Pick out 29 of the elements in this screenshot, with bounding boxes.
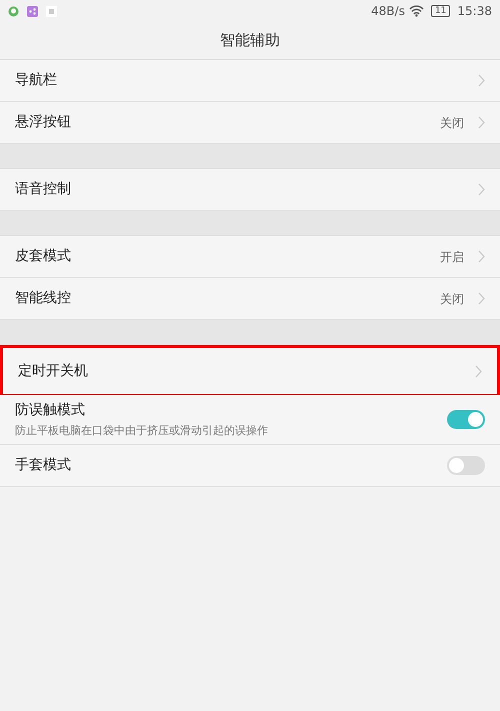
chevron-icon bbox=[475, 364, 482, 378]
toggle-switch[interactable] bbox=[447, 410, 485, 429]
battery-level: 11 bbox=[430, 5, 450, 17]
app-icon bbox=[46, 6, 57, 16]
row-label: 导航栏 bbox=[15, 71, 57, 90]
row-value: 关闭 bbox=[440, 290, 464, 308]
chevron-icon bbox=[478, 116, 485, 129]
chevron-icon bbox=[478, 292, 485, 305]
chevron-icon bbox=[478, 74, 485, 87]
clock: 15:38 bbox=[457, 3, 492, 20]
row-label: 智能线控 bbox=[15, 289, 71, 308]
chevron-icon bbox=[478, 250, 485, 263]
row-label: 防误触模式 bbox=[15, 400, 86, 420]
share-icon bbox=[27, 6, 38, 16]
row-value: 开启 bbox=[440, 248, 464, 266]
chevron-icon bbox=[478, 183, 485, 196]
row-label: 语音控制 bbox=[15, 180, 71, 199]
wifi-icon bbox=[408, 5, 424, 17]
row-label: 定时开关机 bbox=[18, 362, 88, 380]
row-label: 皮套模式 bbox=[15, 247, 71, 266]
row-label: 悬浮按钮 bbox=[15, 113, 71, 132]
row-label: 手套模式 bbox=[15, 456, 71, 475]
chat-icon bbox=[8, 6, 19, 16]
network-speed: 48B/s bbox=[371, 3, 405, 20]
row-value: 关闭 bbox=[440, 114, 464, 132]
settings-row[interactable]: 定时开关机 bbox=[0, 345, 500, 395]
toggle-switch[interactable] bbox=[447, 456, 485, 475]
page-title: 智能辅助 bbox=[220, 30, 280, 52]
row-description: 防止平板电脑在口袋中由于挤压或滑动引起的误操作 bbox=[15, 422, 268, 439]
